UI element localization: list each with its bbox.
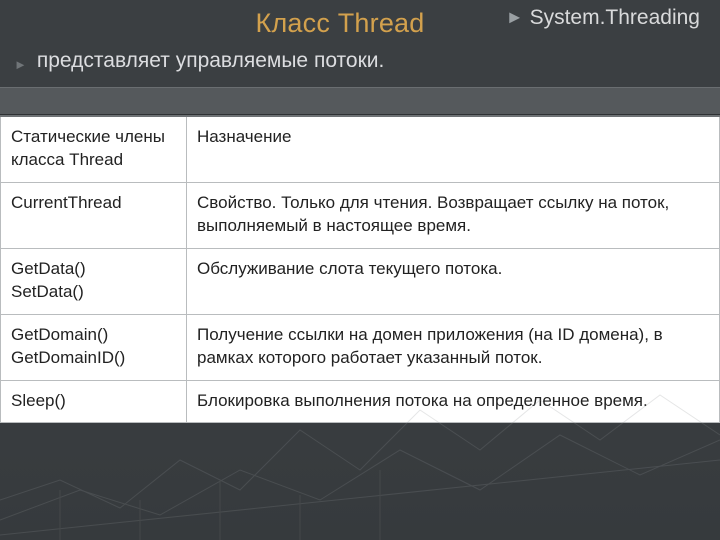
member-name-cell: GetDomain()GetDomainID() (1, 314, 187, 380)
subtitle-row: ► представляет управляемые потоки. (0, 49, 720, 87)
member-name: GetDomain() (11, 324, 176, 347)
table-header-left: Статические члены класса Thread (1, 116, 187, 182)
namespace-text: System.Threading (530, 6, 700, 29)
members-table: Статические члены класса ThreadНазначени… (0, 115, 720, 423)
member-description-cell: Получение ссылки на домен приложения (на… (187, 314, 720, 380)
member-name-cell: GetData()SetData() (1, 248, 187, 314)
member-name: SetData() (11, 281, 176, 304)
triangle-bullet-icon: ► (14, 57, 27, 72)
namespace-label: ► System.Threading (506, 6, 700, 30)
header: ►System.Threading Класс Thread (0, 0, 720, 49)
header-band (0, 87, 720, 115)
member-name: GetData() (11, 258, 176, 281)
table-header-row: Статические члены класса ThreadНазначени… (1, 116, 720, 182)
member-name: Sleep() (11, 390, 176, 413)
table-row: CurrentThread Свойство. Только для чтения… (1, 182, 720, 248)
member-description-cell: Свойство. Только для чтения. Возвращает … (187, 182, 720, 248)
table-header-right: Назначение (187, 116, 720, 182)
triangle-bullet-icon: ► (506, 7, 524, 27)
member-description-cell: Обслуживание слота текущего потока. (187, 248, 720, 314)
table-row: GetDomain()GetDomainID()Получение ссылки… (1, 314, 720, 380)
member-name-cell: CurrentThread (1, 182, 187, 248)
member-description-cell: Блокировка выполнения потока на определе… (187, 380, 720, 423)
subtitle-text: представляет управляемые потоки. (37, 49, 384, 73)
member-name: CurrentThread (11, 192, 176, 215)
slide: ►System.Threading Класс Thread ► предста… (0, 0, 720, 540)
member-name-cell: Sleep() (1, 380, 187, 423)
member-name: GetDomainID() (11, 347, 176, 370)
table-row: GetData()SetData()Обслуживание слота тек… (1, 248, 720, 314)
table-row: Sleep() Блокировка выполнения потока на о… (1, 380, 720, 423)
footer-area (0, 422, 720, 540)
